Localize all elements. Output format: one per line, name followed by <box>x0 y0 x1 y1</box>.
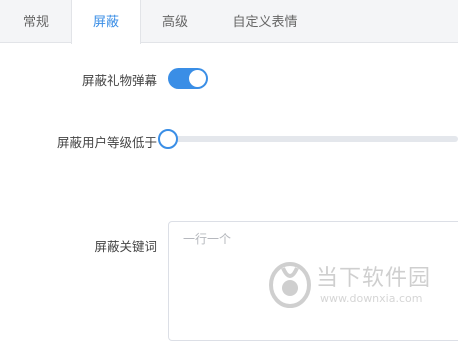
watermark-url: www.downxia.com <box>320 292 423 305</box>
keywords-label: 屏蔽关键词 <box>94 239 157 254</box>
downxia-logo-icon <box>269 262 311 308</box>
gift-danmaku-label: 屏蔽礼物弹幕 <box>81 73 157 88</box>
tab-advanced[interactable]: 高级 <box>141 0 209 43</box>
tab-block[interactable]: 屏蔽 <box>71 0 141 44</box>
watermark-title: 当下软件园 <box>316 266 432 291</box>
user-level-slider-thumb[interactable] <box>158 129 178 149</box>
tab-general[interactable]: 常规 <box>0 0 72 43</box>
gift-danmaku-toggle[interactable] <box>168 68 208 89</box>
toggle-knob <box>189 70 206 87</box>
user-level-label: 屏蔽用户等级低于 <box>56 135 157 150</box>
settings-tabbar: 常规 屏蔽 高级 自定义表情 <box>0 0 458 44</box>
tab-custom-emoji[interactable]: 自定义表情 <box>212 0 318 43</box>
watermark: 当下软件园 www.downxia.com <box>268 258 438 318</box>
user-level-slider-track[interactable] <box>168 136 458 142</box>
